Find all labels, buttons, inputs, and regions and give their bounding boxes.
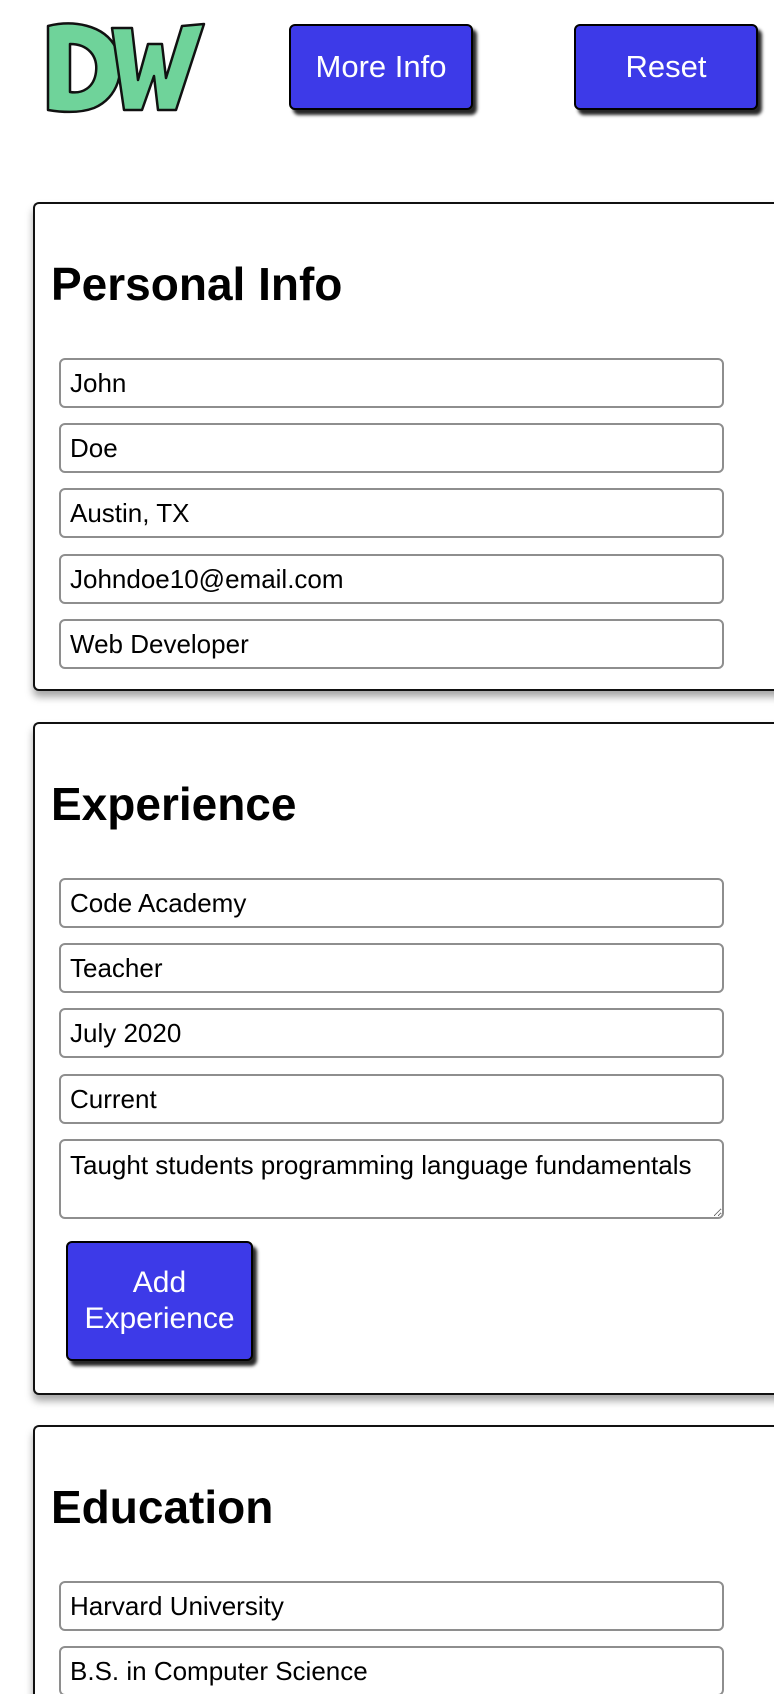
section-title-experience: Experience [51,778,297,830]
reset-button[interactable]: Reset [574,24,758,110]
header: DW More Info Reset [0,0,774,140]
more-info-button[interactable]: More Info [289,24,473,110]
job-title-field[interactable] [59,619,724,669]
degree-field[interactable] [59,1646,724,1694]
company-field[interactable] [59,878,724,928]
start-date-field[interactable] [59,1008,724,1058]
personal-info-section: Personal Info [33,202,774,691]
first-name-field[interactable] [59,358,724,408]
education-section: Education [33,1425,774,1694]
section-title-personal-info: Personal Info [51,258,343,310]
school-field[interactable] [59,1581,724,1631]
section-title-education: Education [51,1481,274,1533]
email-field[interactable] [59,554,724,604]
add-experience-label-line2: Experience [84,1302,235,1335]
location-field[interactable] [59,488,724,538]
add-experience-button[interactable]: Add Experience [66,1241,253,1361]
position-field[interactable] [59,943,724,993]
more-info-label: More Info [315,49,447,84]
svg-text:DW: DW [42,18,44,19]
add-experience-label-line1: Add [132,1266,187,1299]
description-field[interactable]: Taught students programming language fun… [59,1139,724,1219]
experience-section: Experience Taught students programming l… [33,722,774,1395]
end-date-field[interactable] [59,1074,724,1124]
reset-label: Reset [625,49,707,84]
resume-builder-page: DW More Info Reset Personal Info Experie… [0,0,774,1694]
last-name-field[interactable] [59,423,724,473]
dw-logo: DW [42,18,206,114]
